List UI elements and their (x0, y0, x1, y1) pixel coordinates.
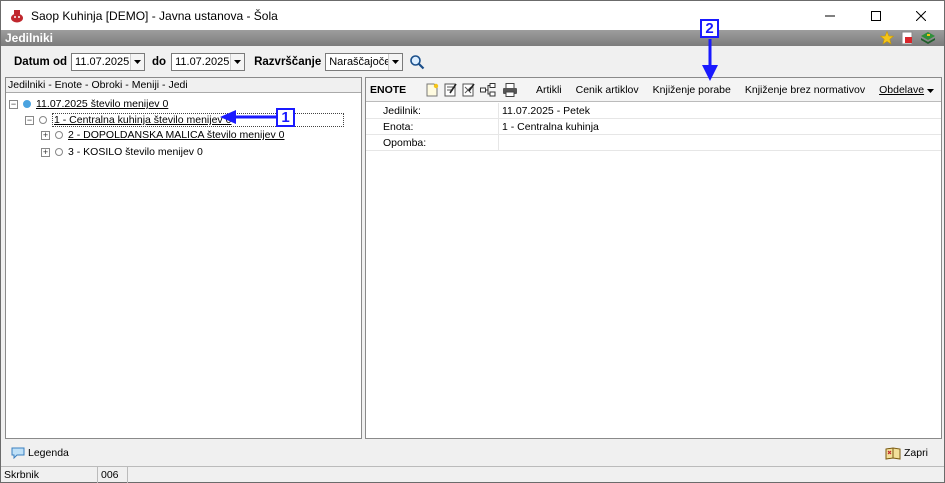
detail-value: 1 - Centralna kuhinja (502, 121, 599, 133)
sort-select[interactable]: Naraščajoče (325, 53, 404, 71)
zapri-button[interactable]: Zapri (885, 446, 928, 460)
new-document-icon[interactable] (423, 80, 441, 100)
sort-label: Razvrščanje (254, 56, 322, 68)
app-logo-icon (11, 9, 23, 22)
callout-2-badge: 2 (700, 19, 719, 38)
detail-label: Enota: (366, 119, 499, 134)
units-toolbar: ENOTE Artikli Cenik artiklov Knjiženje p… (366, 78, 941, 102)
chevron-down-icon[interactable] (388, 54, 403, 70)
tree-meal-label[interactable]: 3 - KOSILO število menijev 0 (68, 146, 203, 158)
chevron-down-icon[interactable] (230, 54, 245, 70)
node-dot-icon (39, 116, 47, 124)
legenda-button[interactable]: Legenda (11, 447, 69, 459)
close-window-button[interactable] (898, 1, 944, 30)
help-book-icon[interactable] (920, 31, 936, 45)
tree-node-root[interactable]: − 11.07.2025 število menijev 0 (9, 98, 168, 110)
title-bar: Saop Kuhinja [DEMO] - Javna ustanova - Š… (1, 1, 944, 30)
chevron-down-icon (926, 88, 934, 93)
detail-label: Opomba: (366, 135, 499, 150)
tree-root-label[interactable]: 11.07.2025 število menijev 0 (36, 98, 168, 110)
tree-node-unit[interactable]: − 1 - Centralna kuhinja število menijev … (25, 113, 345, 127)
tree-unit-label[interactable]: 1 - Centralna kuhinja število menijev 0 (52, 113, 345, 127)
maximize-button[interactable] (853, 1, 899, 30)
callout-2-arrow-icon (702, 39, 718, 81)
status-user: Skrbnik (1, 467, 98, 483)
node-dot-icon (55, 131, 63, 139)
sort-value: Naraščajoče (329, 56, 389, 68)
minimize-button[interactable] (807, 1, 853, 30)
detail-row: Jedilnik: 11.07.2025 - Petek (366, 103, 941, 119)
details-grid: Jedilnik: 11.07.2025 - Petek Enota: 1 - … (366, 103, 941, 151)
detail-row: Enota: 1 - Centralna kuhinja (366, 119, 941, 135)
printer-icon[interactable] (501, 80, 519, 100)
legenda-label: Legenda (28, 447, 69, 459)
delete-edit-icon[interactable] (459, 80, 477, 100)
detail-value: 11.07.2025 - Petek (502, 105, 590, 117)
knjizenje-porabe-button[interactable]: Knjiženje porabe (646, 84, 738, 96)
window-title: Saop Kuhinja [DEMO] - Javna ustanova - Š… (31, 8, 278, 23)
hierarchy-icon[interactable] (479, 80, 497, 100)
obdelave-label: Obdelave (879, 83, 925, 96)
module-header: Jedilniki (1, 30, 944, 46)
module-title: Jedilniki (5, 31, 54, 45)
minimize-icon (825, 15, 835, 16)
tree-node-meal[interactable]: + 3 - KOSILO število menijev 0 (41, 146, 203, 158)
cenik-artiklov-button[interactable]: Cenik artiklov (569, 84, 646, 96)
favorite-star-icon[interactable] (880, 31, 894, 45)
close-icon (916, 10, 926, 21)
date-from-value: 11.07.2025 (75, 56, 130, 68)
filter-bar: Datum od 11.07.2025 do 11.07.2025 Razvrš… (1, 47, 944, 77)
close-book-icon (885, 446, 901, 460)
expand-icon[interactable]: + (41, 130, 50, 140)
status-bar: Skrbnik 006 (1, 466, 944, 483)
collapse-icon[interactable]: − (25, 115, 34, 125)
tree-panel: Jedilniki - Enote - Obroki - Meniji - Je… (5, 77, 362, 439)
footer-bar: Legenda Zapri (1, 442, 944, 464)
maximize-icon (871, 10, 881, 21)
edit-icon[interactable] (441, 80, 459, 100)
detail-row: Opomba: (366, 135, 941, 151)
detail-label: Jedilnik: (366, 103, 499, 118)
pdf-document-icon[interactable] (900, 31, 914, 45)
tree-node-meal[interactable]: + 2 - DOPOLDANSKA MALICA število menijev… (41, 129, 285, 141)
date-from-label: Datum od (14, 56, 68, 68)
date-to-picker[interactable]: 11.07.2025 (171, 53, 246, 71)
obdelave-menu[interactable]: Obdelave (872, 84, 941, 96)
speech-bubble-icon (11, 447, 25, 459)
callout-1-arrow-icon (220, 110, 277, 124)
node-dot-icon (55, 148, 63, 156)
date-from-picker[interactable]: 11.07.2025 (71, 53, 146, 71)
expand-icon[interactable]: + (41, 147, 50, 157)
header-icons (880, 30, 936, 46)
artikli-button[interactable]: Artikli (529, 84, 569, 96)
zapri-label: Zapri (904, 447, 928, 459)
callout-1-badge: 1 (276, 108, 295, 127)
collapse-icon[interactable]: − (9, 99, 18, 109)
date-to-value: 11.07.2025 (175, 56, 230, 68)
detail-value (499, 135, 502, 150)
node-dot-icon (23, 100, 31, 108)
app-window: Saop Kuhinja [DEMO] - Javna ustanova - Š… (0, 0, 945, 483)
status-code: 006 (98, 467, 128, 483)
search-icon[interactable] (409, 54, 425, 70)
toolbar-title: ENOTE (370, 83, 407, 96)
tree-header: Jedilniki - Enote - Obroki - Meniji - Je… (6, 78, 361, 93)
tree-meal-label[interactable]: 2 - DOPOLDANSKA MALICA število menijev 0 (68, 129, 285, 141)
date-to-label: do (152, 56, 167, 68)
knjizenje-brez-normativov-button[interactable]: Knjiženje brez normativov (738, 84, 872, 96)
details-panel: ENOTE Artikli Cenik artiklov Knjiženje p… (365, 77, 942, 439)
chevron-down-icon[interactable] (130, 54, 145, 70)
